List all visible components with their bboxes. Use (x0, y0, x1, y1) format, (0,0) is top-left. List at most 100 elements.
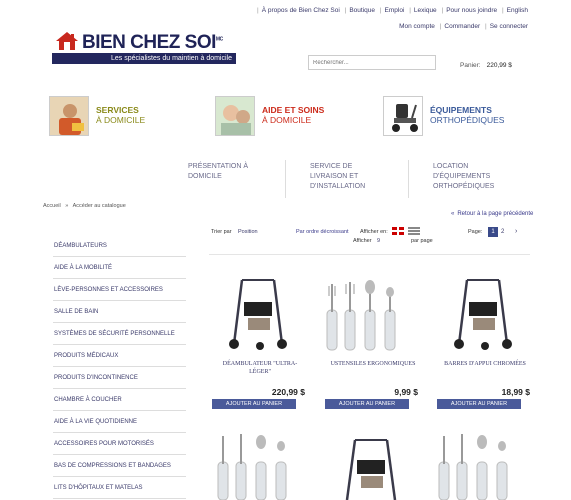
sort-order-link[interactable]: Par ordre décroissant (296, 229, 349, 235)
brand-tagline: Les spécialistes du maintien à domicile (52, 53, 236, 64)
walker-image[interactable] (212, 272, 308, 352)
page-label: Page: (468, 229, 483, 235)
divider (408, 160, 409, 198)
cart-label: Panier: (460, 62, 481, 69)
cart-total: 220,99 $ (486, 62, 512, 69)
house-icon (56, 32, 78, 50)
sidebar-item-medical[interactable]: PRODUITS MÉDICAUX (53, 345, 186, 367)
sidebar-item-compression[interactable]: BAS DE COMPRESSIONS ET BANDAGES (53, 455, 186, 477)
sidebar-item-lifts[interactable]: LÈVE-PERSONNES ET ACCESSOIRES (53, 279, 186, 301)
utensils-image[interactable] (325, 272, 421, 352)
grid-view-icon[interactable] (392, 227, 404, 235)
product-card: BARRES D'APPUI CHROMÉES 18,99 $ AJOUTER … (437, 272, 533, 412)
sidebar-item-mobility[interactable]: AIDE À LA MOBILITÉ (53, 257, 186, 279)
category-care-subtitle: À DOMICILE (262, 115, 312, 125)
page-2-link[interactable]: 2 (501, 227, 504, 237)
separator: | (439, 23, 442, 30)
link-about[interactable]: À propos de Bien Chez Soi (262, 7, 340, 14)
category-sidebar: DÉAMBULATEURS AIDE À LA MOBILITÉ LÈVE-PE… (53, 235, 186, 499)
sidebar-item-bathroom[interactable]: SALLE DE BAIN (53, 301, 186, 323)
subnav-presentation[interactable]: PRÉSENTATION À DOMICILE (188, 162, 278, 210)
category-equipment-title: ÉQUIPEMENTS (430, 105, 492, 115)
sidebar-item-motorized[interactable]: ACCESSOIRES POUR MOTORISÉS (53, 433, 186, 455)
sidebar-item-beds[interactable]: LITS D'HÔPITAUX ET MATELAS (53, 477, 186, 499)
back-link-label: Retour à la page précédente (457, 211, 534, 217)
subnav-line: ORTHOPÉDIQUES (433, 183, 495, 190)
link-emploi[interactable]: Emploi (385, 7, 405, 14)
breadcrumb-home[interactable]: Accueil (43, 203, 61, 209)
category-services-image (49, 96, 89, 136)
walker-image[interactable] (437, 272, 533, 352)
subnav-line: PRÉSENTATION À (188, 163, 249, 170)
breadcrumb: Accueil » Accéder au catalogue (43, 203, 126, 209)
product-price: 18,99 $ (501, 387, 530, 397)
separator: | (409, 7, 411, 14)
site-logo[interactable]: BIEN CHEZ SOIMC Les spécialistes du main… (52, 29, 236, 65)
subnav-line: LIVRAISON ET (310, 173, 359, 180)
product-name[interactable]: USTENSILES ERGONOMIQUES (325, 360, 421, 368)
back-link[interactable]: «Retour à la page précédente (451, 211, 533, 217)
subnav-rental[interactable]: LOCATION D'ÉQUIPEMENTS ORTHOPÉDIQUES (433, 162, 533, 210)
category-services-title: SERVICES (96, 105, 139, 115)
separator: | (501, 7, 504, 14)
list-view-icon[interactable] (408, 227, 420, 235)
sidebar-item-daily-living[interactable]: AIDE À LA VIE QUOTIDIENNE (53, 411, 186, 433)
add-to-cart-button[interactable]: AJOUTER AU PANIER (437, 399, 521, 409)
cart-summary[interactable]: Panier: 220,99 $ (460, 62, 512, 69)
sidebar-item-incontinence[interactable]: PRODUITS D'INCONTINENCE (53, 367, 186, 389)
product-name[interactable]: BARRES D'APPUI CHROMÉES (437, 360, 533, 368)
search-input[interactable] (308, 55, 436, 70)
category-equipment-image (383, 96, 423, 136)
breadcrumb-current: Accéder au catalogue (72, 203, 126, 209)
category-equipment[interactable]: ÉQUIPEMENTS ORTHOPÉDIQUES (383, 96, 523, 138)
page-1-button[interactable]: 1 (488, 227, 498, 237)
link-english[interactable]: English (507, 7, 528, 14)
sidebar-item-bedroom[interactable]: CHAMBRE À COUCHER (53, 389, 186, 411)
product-name[interactable]: DÉAMBULATEUR "ULTRA-LÉGER" (212, 360, 308, 376)
link-contact[interactable]: Pour nous joindre (446, 7, 497, 14)
category-services-subtitle: À DOMICILE (96, 115, 146, 125)
subnav-line: SERVICE DE (310, 163, 353, 170)
category-care-title: AIDE ET SOINS (262, 105, 325, 115)
category-services[interactable]: SERVICES À DOMICILE (49, 96, 179, 138)
next-page-icon[interactable]: › (515, 227, 517, 237)
subnav-line: D'ÉQUIPEMENTS (433, 173, 491, 180)
account-links: Mon compte | Commander | Se connecter (399, 23, 528, 30)
product-price: 220,99 $ (271, 387, 305, 397)
show-label: Afficher (353, 238, 372, 244)
product-card: USTENSILES ERGONOMIQUES 9,99 $ AJOUTER A… (325, 272, 421, 412)
sidebar-item-security[interactable]: SYSTÈMES DE SÉCURITÉ PERSONNELLE (53, 323, 186, 345)
per-page-select[interactable]: 9 (377, 238, 380, 244)
divider (285, 160, 286, 198)
top-links: | À propos de Bien Chez Soi | Boutique | Em… (254, 7, 528, 14)
sort-select[interactable]: Position (238, 229, 258, 235)
link-checkout[interactable]: Commander (444, 23, 480, 30)
link-my-account[interactable]: Mon compte (399, 23, 435, 30)
link-login[interactable]: Se connecter (490, 23, 528, 30)
category-care[interactable]: AIDE ET SOINS À DOMICILE (215, 96, 355, 138)
category-care-image (215, 96, 255, 136)
breadcrumb-separator: » (65, 203, 69, 209)
separator: | (484, 23, 487, 30)
per-page-label: par page (411, 238, 433, 244)
link-lexique[interactable]: Lexique (414, 7, 437, 14)
add-to-cart-button[interactable]: AJOUTER AU PANIER (325, 399, 409, 409)
product-card: DÉAMBULATEUR "ULTRA-LÉGER" 220,99 $ AJOU… (212, 272, 308, 412)
utensils-image[interactable] (212, 430, 308, 500)
product-price: 9,99 $ (394, 387, 418, 397)
separator: | (344, 7, 347, 14)
link-boutique[interactable]: Boutique (349, 7, 375, 14)
utensils-image[interactable] (437, 430, 533, 500)
category-equipment-subtitle: ORTHOPÉDIQUES (430, 115, 505, 125)
brand-name: BIEN CHEZ SOIMC (82, 32, 223, 53)
view-label: Afficher en: (360, 229, 388, 235)
add-to-cart-button[interactable]: AJOUTER AU PANIER (212, 399, 296, 409)
back-arrow-icon: « (451, 211, 455, 217)
sidebar-item-walkers[interactable]: DÉAMBULATEURS (53, 235, 186, 257)
separator: | (379, 7, 382, 14)
subnav-delivery[interactable]: SERVICE DE LIVRAISON ET D'INSTALLATION (310, 162, 400, 210)
separator: | (441, 7, 444, 14)
sort-label: Trier par (211, 229, 232, 235)
walker-image[interactable] (325, 430, 421, 500)
divider (209, 254, 530, 255)
